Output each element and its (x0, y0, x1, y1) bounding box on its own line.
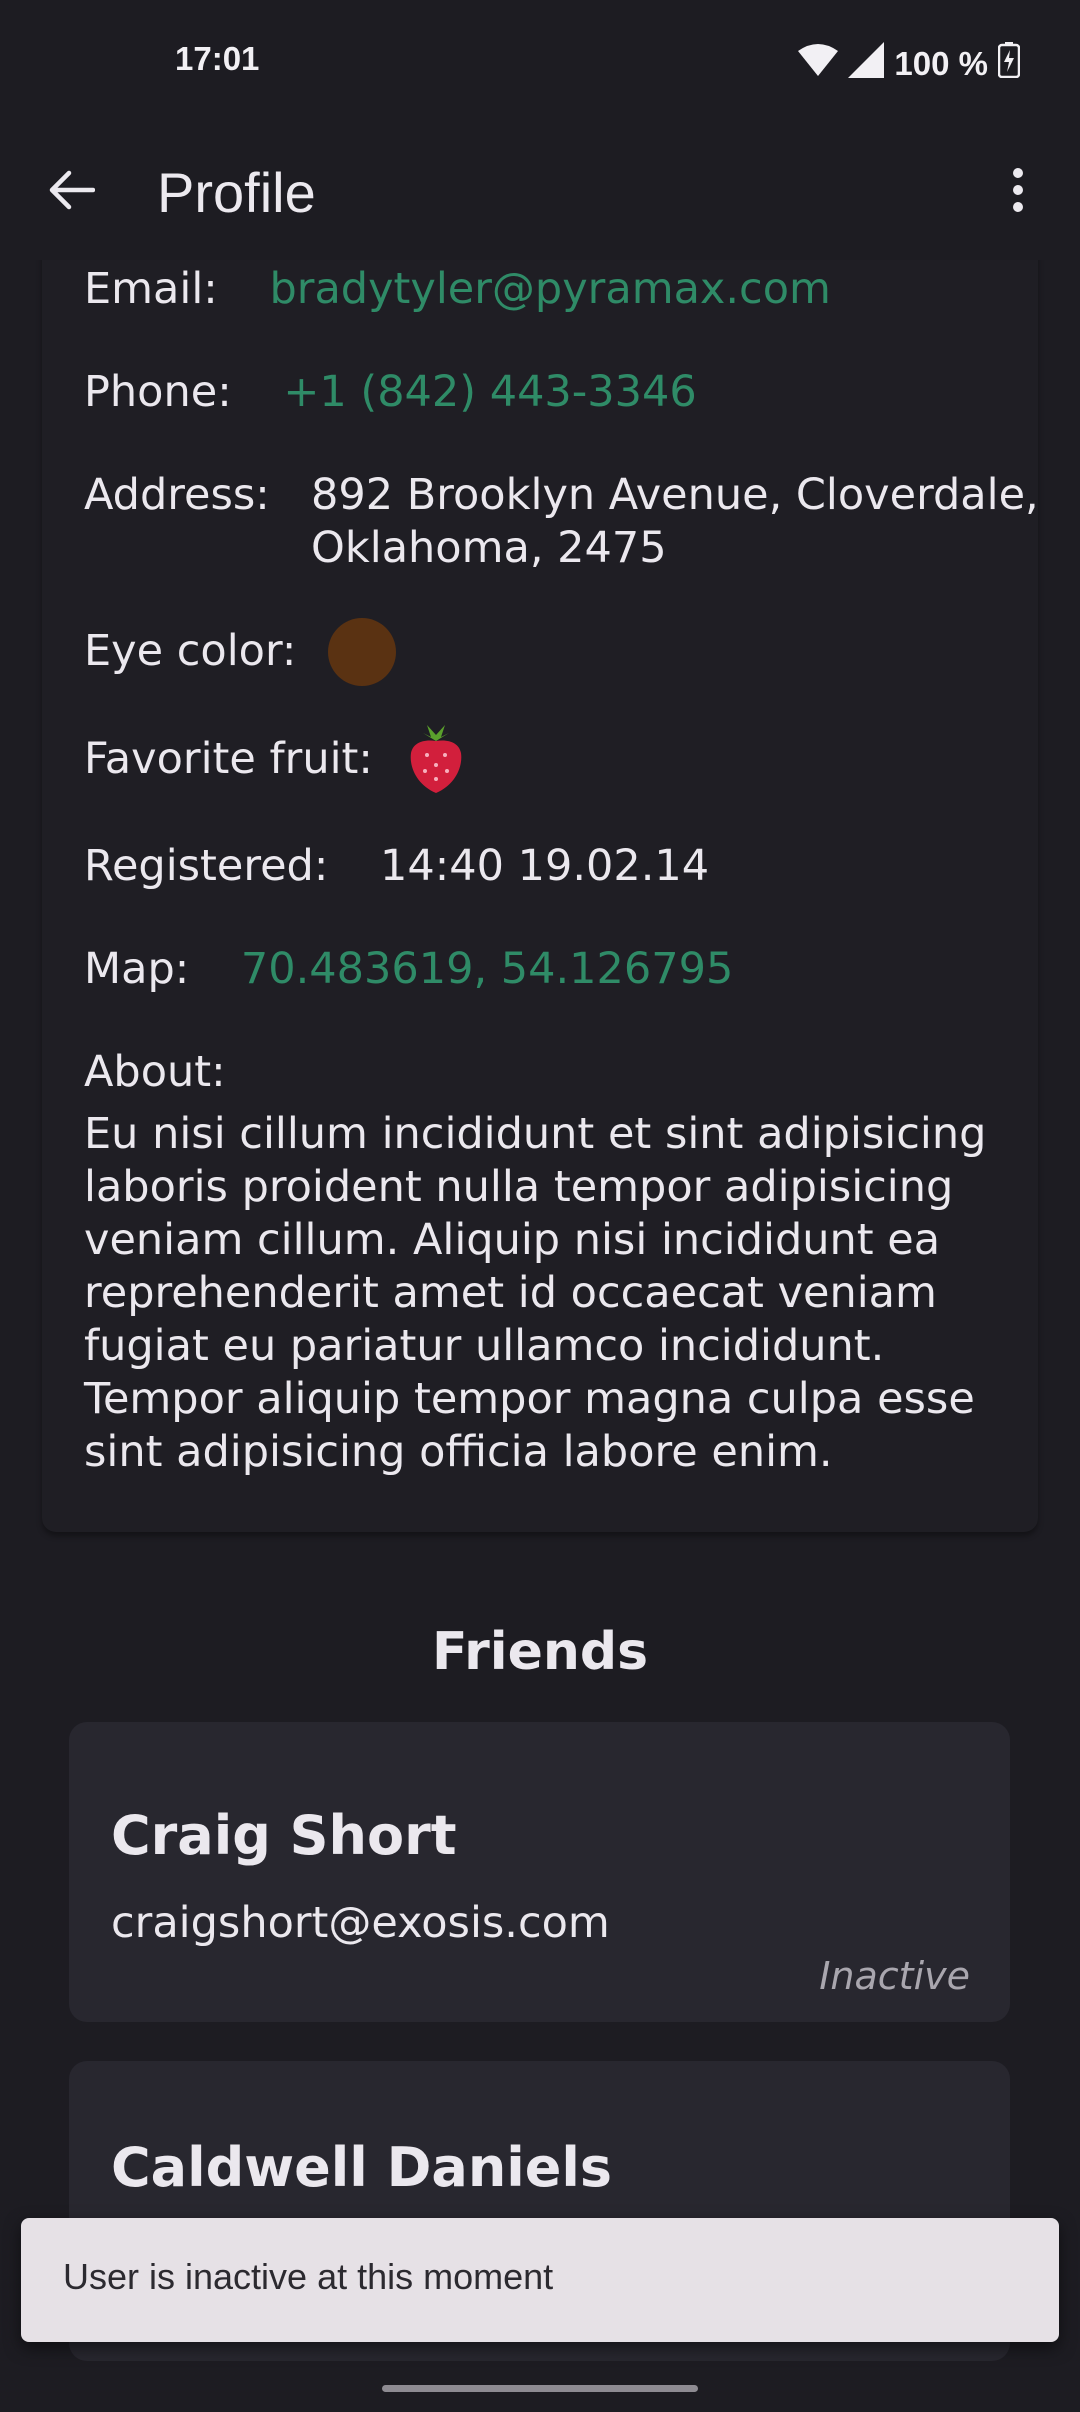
status-bar: 17:01 100 % (0, 0, 1080, 128)
address-value: 892 Brooklyn Avenue, Cloverdale, Oklahom… (311, 469, 1039, 575)
friend-name: Craig Short (111, 1804, 457, 1867)
map-row: Map: 70.483619, 54.126795 (84, 943, 733, 996)
more-options-button[interactable] (982, 156, 1054, 228)
phone-label: Phone: (84, 367, 232, 417)
address-label: Address: (84, 470, 270, 520)
phone-link[interactable]: +1 (842) 443-3346 (283, 367, 696, 417)
arrow-back-icon (49, 170, 96, 214)
friend-card[interactable]: Craig Short craigshort@exosis.com Inacti… (69, 1722, 1010, 2022)
friends-title: Friends (431, 1622, 649, 1682)
friend-email: craigshort@exosis.com (111, 1898, 610, 1948)
eye-color-swatch (328, 618, 396, 686)
status-icons: 100 % (798, 40, 1021, 88)
snackbar: User is inactive at this moment (21, 2218, 1059, 2342)
page-title: Profile (157, 161, 316, 224)
about-label: About: (84, 1047, 226, 1097)
battery-charging-icon (997, 42, 1021, 86)
snackbar-message: User is inactive at this moment (63, 2256, 554, 2297)
email-link[interactable]: bradytyler@pyramax.com (269, 264, 830, 314)
address-line-1: 892 Brooklyn Avenue, Cloverdale, (311, 470, 1039, 520)
eye-color-label: Eye color: (84, 626, 297, 676)
map-label: Map: (84, 944, 190, 994)
back-button[interactable] (36, 156, 108, 228)
registered-value: 14:40 19.02.14 (380, 841, 710, 891)
home-indicator[interactable] (382, 2385, 698, 2392)
wifi-icon (798, 43, 839, 85)
registered-row: Registered: 14:40 19.02.14 (84, 840, 709, 893)
status-time: 17:01 (175, 40, 260, 77)
registered-label: Registered: (84, 841, 329, 891)
more-vert-icon (1012, 167, 1024, 217)
address-line-2: Oklahoma, 2475 (311, 523, 667, 573)
email-label: Email: (84, 264, 218, 314)
favorite-fruit-label: Favorite fruit: (84, 734, 373, 784)
battery-text: 100 % (894, 45, 988, 82)
app-bar: Profile (0, 128, 1080, 260)
email-row: Email: bradytyler@pyramax.com (84, 263, 831, 316)
about-text: Eu nisi cillum incididunt et sint adipis… (84, 1109, 987, 1477)
friend-status: Inactive (819, 1954, 970, 1998)
phone-row: Phone: +1 (842) 443-3346 (84, 366, 697, 419)
strawberry-icon (405, 723, 467, 795)
friend-name: Caldwell Daniels (111, 2136, 613, 2199)
signal-icon (848, 42, 885, 86)
map-coordinates-link[interactable]: 70.483619, 54.126795 (241, 944, 733, 994)
